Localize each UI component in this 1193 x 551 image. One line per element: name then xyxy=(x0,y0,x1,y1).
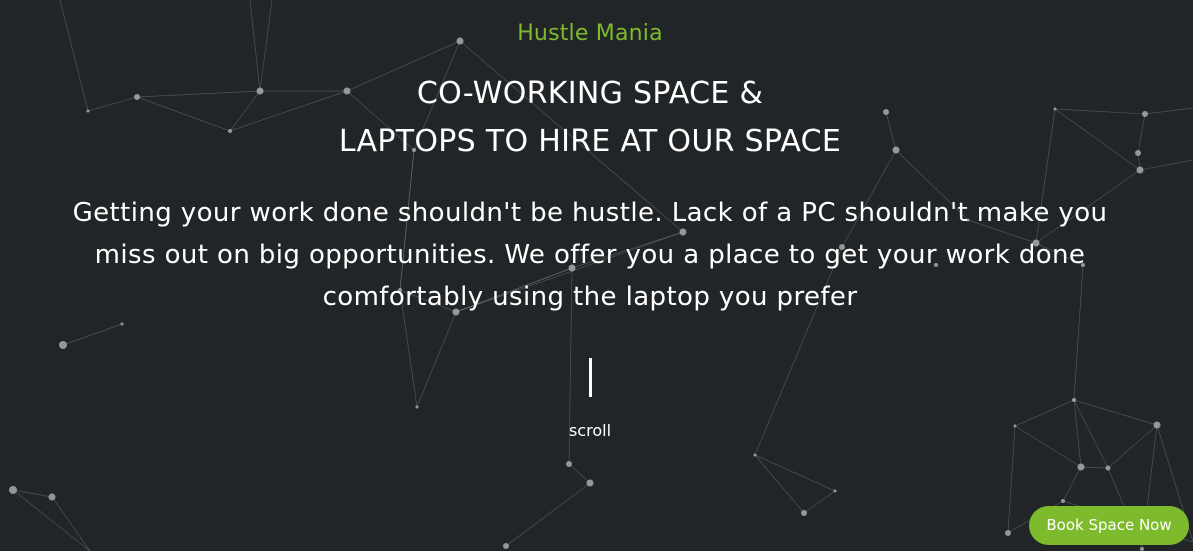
headline-line-2: LAPTOPS TO HIRE AT OUR SPACE xyxy=(338,124,842,159)
network-node xyxy=(801,510,807,516)
network-node xyxy=(48,493,56,501)
network-line xyxy=(1014,399,1075,427)
scroll-indicator-line[interactable] xyxy=(589,358,592,397)
hero-tagline: Getting your work done shouldn't be hust… xyxy=(72,198,1108,312)
network-line xyxy=(1014,425,1082,468)
scroll-label[interactable]: scroll xyxy=(540,421,640,440)
network-line xyxy=(568,463,591,484)
hero-headline: CO-WORKING SPACE & LAPTOPS TO HIRE AT OU… xyxy=(0,70,1180,166)
network-line xyxy=(416,311,457,408)
network-node xyxy=(566,461,572,467)
network-node xyxy=(1136,166,1144,174)
network-node xyxy=(1105,465,1111,471)
network-node xyxy=(1140,547,1144,551)
brand-name[interactable]: Hustle Mania xyxy=(0,21,1180,46)
network-node xyxy=(9,486,17,494)
network-line xyxy=(505,482,591,547)
network-node xyxy=(753,453,757,457)
network-node xyxy=(1072,398,1076,402)
network-line xyxy=(62,323,123,346)
network-line xyxy=(1080,466,1109,469)
network-line xyxy=(803,490,836,514)
network-line xyxy=(12,489,53,498)
network-line xyxy=(1107,424,1158,469)
network-line xyxy=(51,496,91,551)
network-line xyxy=(1073,399,1109,469)
network-node xyxy=(833,489,837,493)
book-space-button[interactable]: Book Space Now xyxy=(1029,506,1189,545)
network-line xyxy=(754,454,805,514)
network-node xyxy=(1005,530,1011,536)
network-node xyxy=(1153,421,1161,429)
network-line xyxy=(1007,425,1016,534)
network-node xyxy=(415,405,419,409)
network-node xyxy=(1061,499,1065,503)
network-node xyxy=(59,341,67,349)
network-node xyxy=(586,479,594,487)
network-node xyxy=(1077,463,1085,471)
network-line xyxy=(1073,399,1082,468)
network-node xyxy=(503,543,509,549)
headline-line-1: CO-WORKING SPACE & xyxy=(416,76,764,111)
hero-section: Hustle Mania CO-WORKING SPACE & LAPTOPS … xyxy=(0,0,1193,551)
network-node xyxy=(120,322,124,326)
network-line xyxy=(754,454,836,492)
network-line xyxy=(1062,466,1082,502)
network-node xyxy=(1013,424,1017,428)
network-line xyxy=(1073,399,1158,426)
